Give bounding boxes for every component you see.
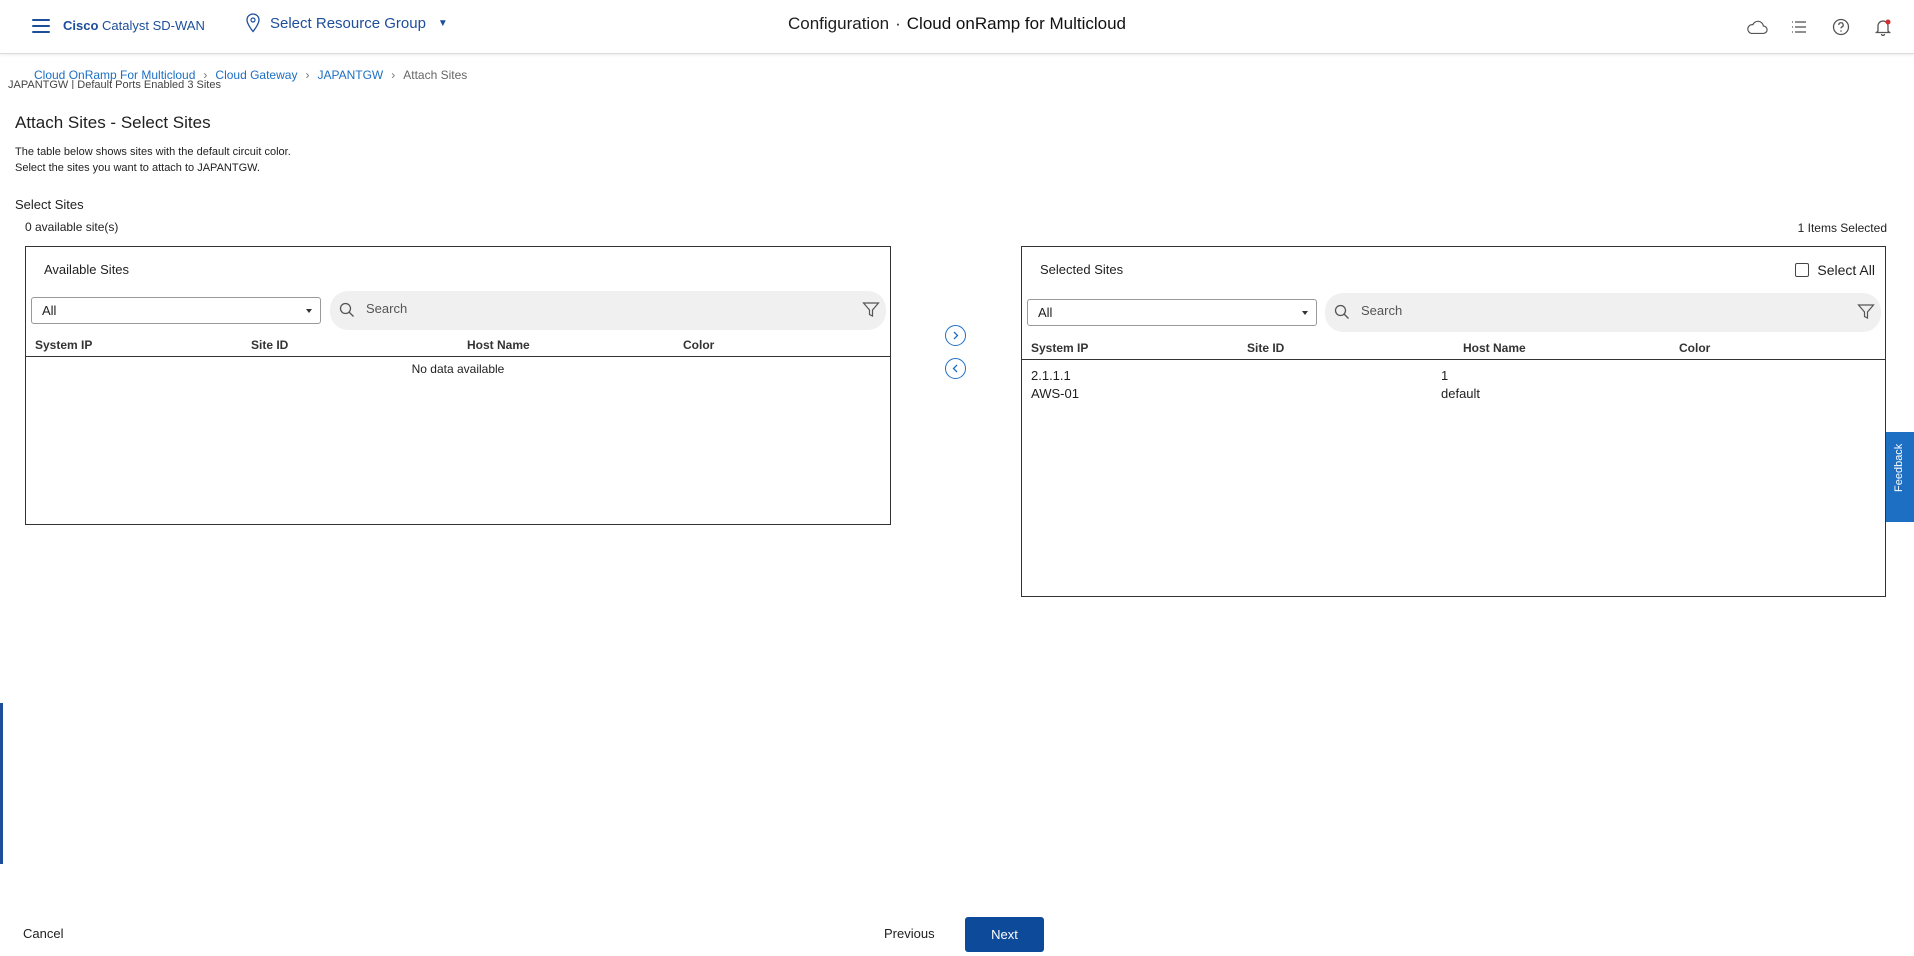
column-header-host-name[interactable]: Host Name: [467, 338, 530, 352]
column-header-color[interactable]: Color: [683, 338, 714, 352]
description: The table below shows sites with the def…: [15, 146, 291, 174]
cell-system-ip: 2.1.1.1: [1031, 368, 1071, 383]
available-count: 0 available site(s): [25, 220, 119, 234]
dropdown-value: All: [42, 303, 57, 318]
top-navigation-bar: Cisco Catalyst SD-WAN Select Resource Gr…: [0, 0, 1914, 54]
next-button[interactable]: Next: [965, 917, 1044, 952]
left-accent-bar: [0, 703, 3, 864]
background-table-row: JAPANTGW | Default Ports Enabled 3 Sites: [8, 79, 221, 89]
dropdown-arrow-icon: [306, 309, 312, 313]
move-right-button[interactable]: [945, 325, 966, 346]
filter-icon[interactable]: [862, 301, 880, 319]
list-icon[interactable]: [1788, 16, 1810, 38]
column-header-site-id[interactable]: Site ID: [1247, 341, 1284, 355]
selected-search-box: [1325, 293, 1881, 332]
page-title: Configuration · Cloud onRamp for Multiclou…: [787, 14, 1126, 33]
column-header-system-ip[interactable]: System IP: [35, 338, 92, 352]
column-header-host-name[interactable]: Host Name: [1463, 341, 1526, 355]
column-header-color[interactable]: Color: [1679, 341, 1710, 355]
section-title: Attach Sites - Select Sites: [15, 113, 211, 132]
select-all-checkbox[interactable]: Select All: [1795, 262, 1875, 278]
column-header-site-id[interactable]: Site ID: [251, 338, 288, 352]
search-icon: [339, 302, 354, 317]
checkbox-icon: [1795, 263, 1810, 277]
dropdown-value: All: [1038, 305, 1053, 320]
items-selected-count: 1 Items Selected: [1797, 221, 1887, 235]
select-sites-label: Select Sites: [15, 197, 84, 212]
move-left-button[interactable]: [945, 358, 966, 379]
cell-host-line1: 1: [1441, 368, 1449, 383]
available-sites-title: Available Sites: [44, 262, 130, 277]
cell-system-ip-line2: AWS-01: [1031, 386, 1079, 401]
feedback-label: Feedback: [1893, 443, 1905, 492]
selected-search-input[interactable]: [1361, 303, 1661, 318]
selected-filter-dropdown[interactable]: All: [1027, 299, 1317, 326]
chevron-left-icon: [952, 364, 958, 373]
search-icon: [1334, 304, 1349, 319]
cell-host-line2: default: [1441, 386, 1481, 401]
selected-table-header: System IP Site ID Host Name Color: [1022, 336, 1885, 360]
select-all-label: Select All: [1817, 262, 1875, 278]
selected-sites-title: Selected Sites: [1040, 262, 1124, 277]
feedback-tab[interactable]: Feedback: [1886, 432, 1914, 522]
available-filter-dropdown[interactable]: All: [31, 297, 321, 324]
available-search-input[interactable]: [366, 301, 666, 316]
available-search-box: [330, 291, 886, 330]
cancel-button[interactable]: Cancel: [23, 926, 63, 941]
previous-button[interactable]: Previous: [884, 926, 935, 941]
filter-icon[interactable]: [1857, 303, 1875, 321]
selected-sites-panel: Selected Sites Select All All System IP …: [1021, 246, 1886, 597]
dropdown-arrow-icon: [1302, 311, 1308, 315]
notification-bell-icon[interactable]: [1872, 16, 1894, 38]
available-table-header: System IP Site ID Host Name Color: [26, 333, 890, 357]
cloud-icon[interactable]: [1746, 16, 1768, 38]
column-header-system-ip[interactable]: System IP: [1031, 341, 1088, 355]
no-data-message: No data available: [411, 362, 505, 376]
chevron-right-icon: [953, 331, 959, 340]
help-icon[interactable]: [1830, 16, 1852, 38]
available-sites-panel: Available Sites All System IP Site ID Ho…: [25, 246, 891, 525]
